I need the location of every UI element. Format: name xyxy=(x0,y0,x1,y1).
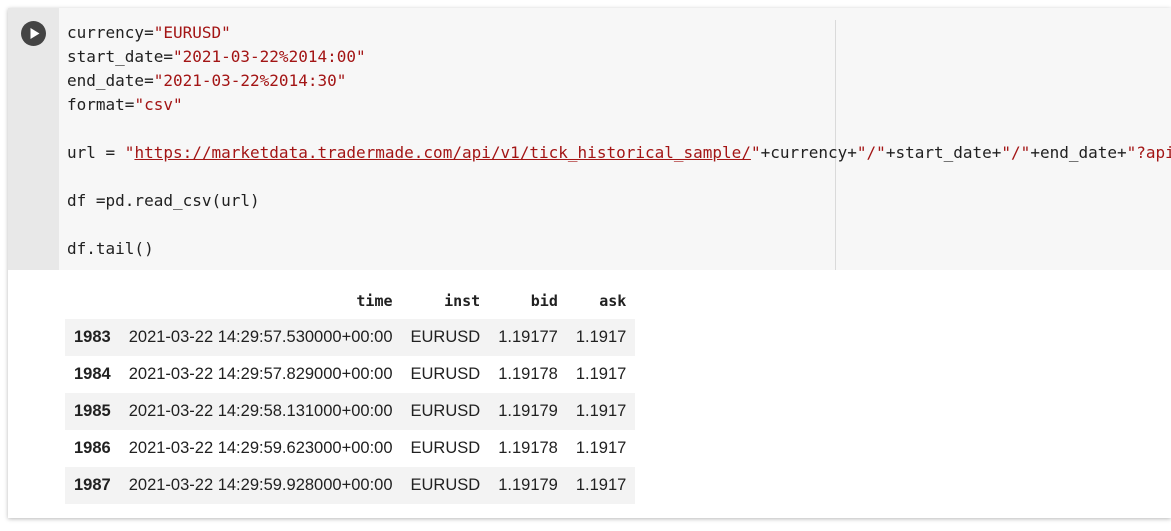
code-token: df.tail() xyxy=(67,239,154,258)
table-cell: 1.19177 xyxy=(498,328,558,346)
table-cell: EURUSD xyxy=(410,439,481,457)
table-cell: 1.1917 xyxy=(575,402,627,420)
table-row: 1984 2021-03-22 14:29:57.829000+00:00 EURU… xyxy=(65,356,635,393)
play-icon xyxy=(30,28,40,39)
code-editor[interactable]: currency="EURUSD" start_date="2021-03-22%… xyxy=(59,8,1171,270)
table-cell: 2021-03-22 14:29:57.530000+00:00 xyxy=(128,328,393,346)
table-cell: 1.1917 xyxy=(575,439,627,457)
code-token: df =pd.read_csv(url) xyxy=(67,191,260,210)
code-line: start_date="2021-03-22%2014:00" xyxy=(67,45,1171,69)
table-cell: EURUSD xyxy=(410,328,481,346)
code-token: "2021-03-22%2014:30" xyxy=(153,71,347,90)
code-token: " xyxy=(750,143,761,162)
table-row: 1983 2021-03-22 14:29:57.530000+00:00 EURU… xyxy=(65,319,636,356)
code-token: "csv" xyxy=(134,95,183,114)
table-cell: 2021-03-22 14:29:57.829000+00:00 xyxy=(128,365,393,383)
code-line: end_date="2021-03-22%2014:30" xyxy=(67,69,1171,93)
column-header: ask xyxy=(599,291,627,310)
code-token: +start_date+ xyxy=(885,143,1002,162)
table-row: 1986 2021-03-22 14:29:59.623000+00:00 EURU… xyxy=(65,430,635,467)
table-cell: 1.1917 xyxy=(575,476,627,494)
column-header: inst xyxy=(444,291,481,310)
column-header: time xyxy=(356,291,393,310)
table-row: 1987 2021-03-22 14:29:59.928000+00:00 EURU… xyxy=(65,467,636,504)
table-cell: 1.19178 xyxy=(498,365,558,383)
cell-output: time inst bid ask 1983 2021-03-22 14:29:57.5… xyxy=(8,270,1171,518)
table-cell: EURUSD xyxy=(410,402,481,420)
row-index: 1983 xyxy=(74,328,111,346)
table-cell: EURUSD xyxy=(410,365,481,383)
code-token: "EURUSD" xyxy=(153,23,231,42)
code-line: currency="EURUSD" xyxy=(67,21,1171,45)
table-row: 1985 2021-03-22 14:29:58.131000+00:00 EURU… xyxy=(65,393,636,430)
code-line: df.tail() xyxy=(67,237,1171,261)
table-cell: 1.1917 xyxy=(575,328,627,346)
table-cell: 1.19178 xyxy=(498,439,558,457)
code-token: "/" xyxy=(1001,143,1031,162)
code-token: format= xyxy=(67,95,135,114)
table-cell: 1.1917 xyxy=(575,365,627,383)
code-line: df =pd.read_csv(url) xyxy=(67,189,1171,213)
row-index: 1986 xyxy=(74,439,111,457)
code-line: url = "https://marketdata.tradermade.com… xyxy=(67,141,1171,165)
run-cell-button[interactable] xyxy=(21,21,46,46)
cell-gutter xyxy=(8,8,59,270)
table-cell: 2021-03-22 14:29:59.623000+00:00 xyxy=(128,439,393,457)
code-token: "/" xyxy=(856,143,886,162)
code-token: "?api xyxy=(1126,143,1171,162)
table-cell: 2021-03-22 14:29:59.928000+00:00 xyxy=(128,476,393,494)
code-token: " xyxy=(124,143,135,162)
column-header: bid xyxy=(530,291,558,310)
code-line: format="csv" xyxy=(67,93,1171,117)
table-cell: EURUSD xyxy=(410,476,481,494)
table-header-row: time inst bid ask xyxy=(65,282,635,319)
row-index: 1987 xyxy=(74,476,111,494)
code-token: url = xyxy=(67,143,125,162)
url-link[interactable]: https://marketdata.tradermade.com/api/v1… xyxy=(134,143,751,162)
row-index: 1985 xyxy=(74,402,111,420)
notebook-code-cell: currency="EURUSD" start_date="2021-03-22%… xyxy=(8,8,1171,518)
row-index: 1984 xyxy=(74,365,111,383)
code-token: +currency+ xyxy=(760,143,857,162)
code-token: currency= xyxy=(67,23,154,42)
code-text: currency="EURUSD" start_date="2021-03-22%… xyxy=(67,21,1171,261)
table-cell: 1.19179 xyxy=(498,476,558,494)
table-cell: 2021-03-22 14:29:58.131000+00:00 xyxy=(128,402,393,420)
code-token: end_date= xyxy=(67,71,154,90)
table-cell: 1.19179 xyxy=(498,402,558,420)
column-header xyxy=(65,282,120,319)
code-token: start_date= xyxy=(67,47,173,66)
dataframe-table: time inst bid ask 1983 2021-03-22 14:29:57.5… xyxy=(65,282,636,504)
code-token: +end_date+ xyxy=(1030,143,1127,162)
code-token: "2021-03-22%2014:00" xyxy=(172,47,366,66)
